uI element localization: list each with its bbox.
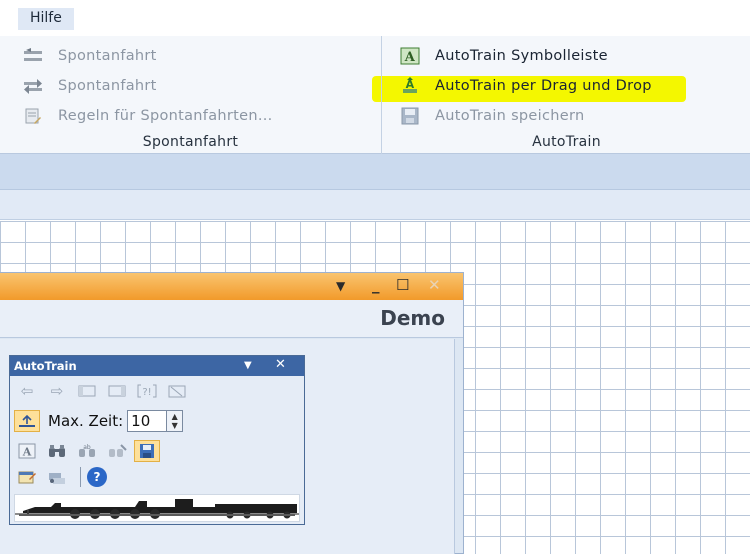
svg-text:ab: ab (83, 444, 91, 451)
svg-text:A: A (404, 50, 416, 65)
autotrain-save-label: AutoTrain speichern (435, 108, 585, 124)
window-header: Demo (0, 300, 463, 338)
toolbar-band (0, 154, 750, 190)
save-disk-icon (399, 106, 421, 126)
binoculars-icon[interactable] (44, 440, 70, 462)
max-time-stepper[interactable]: 10 ▲ ▼ (127, 410, 184, 432)
toolwindow-close-icon[interactable]: ✕ (275, 357, 286, 372)
autotrain-toolwindow-titlebar[interactable]: AutoTrain ▼ ✕ (10, 356, 304, 376)
menu-bar: Hilfe (0, 0, 750, 36)
stepper-up-icon[interactable]: ▲ (172, 412, 178, 421)
properties-icon[interactable] (14, 466, 40, 488)
autotrain-toolbar-button[interactable]: A AutoTrain Symbolleiste (399, 45, 608, 67)
binoculars-edit-icon[interactable] (104, 440, 130, 462)
stepper-arrows[interactable]: ▲ ▼ (166, 411, 183, 431)
spontanfahrt-button-1[interactable]: Spontanfahrt (22, 45, 157, 67)
drag-drop-icon: A (399, 76, 421, 96)
ribbon-group-autotrain: A AutoTrain Symbolleiste A AutoTrain per… (383, 36, 750, 154)
close-icon[interactable]: ✕ (428, 276, 441, 294)
help-icon[interactable]: ? (87, 467, 107, 487)
autotrain-save-button[interactable]: AutoTrain speichern (399, 105, 584, 127)
toolwindow-dropdown-icon[interactable]: ▼ (244, 360, 252, 371)
ribbon-group-spontanfahrt: Spontanfahrt Spontanfahrt Regeln für Spo… (0, 36, 382, 154)
max-time-value[interactable]: 10 (131, 412, 150, 430)
route-direction-icon[interactable] (14, 410, 40, 432)
switch-track-icon (22, 46, 44, 66)
stepper-down-icon[interactable]: ▼ (172, 421, 178, 430)
save-icon[interactable] (134, 440, 160, 462)
autotrain-toolwindow-title: AutoTrain (14, 359, 77, 373)
switch-arrows-icon (22, 76, 44, 96)
block-left-icon[interactable] (74, 380, 100, 402)
autotrain-toolbar-row-1: ⇦ ⇨ ?! (10, 378, 304, 404)
svg-text:?!: ?! (142, 387, 151, 398)
autotrain-toolbar-label: AutoTrain Symbolleiste (435, 48, 608, 64)
autotrain-toolwindow: AutoTrain ▼ ✕ ⇦ ⇨ ?! Max. Zeit: 10 ▲ ▼ A… (9, 355, 305, 525)
menu-help[interactable]: Hilfe (18, 8, 74, 30)
binoculars-text-icon[interactable]: ab (74, 440, 100, 462)
letter-a-icon[interactable]: A (14, 440, 40, 462)
spontanfahrt-label-1: Spontanfahrt (58, 48, 157, 64)
ribbon-group-label-spontanfahrt: Spontanfahrt (142, 134, 239, 150)
autotrain-toolbar-row-2: Max. Zeit: 10 ▲ ▼ (10, 406, 304, 436)
train-config-icon[interactable] (44, 466, 70, 488)
rules-document-icon (22, 106, 44, 126)
tab-band (0, 190, 750, 220)
spontanfahrt-button-2[interactable]: Spontanfahrt (22, 75, 157, 97)
arrow-right-icon[interactable]: ⇨ (44, 380, 70, 402)
max-time-label: Max. Zeit: (48, 412, 124, 430)
window-menu-dropdown-icon[interactable]: ▼ (336, 279, 345, 293)
window-header-title: Demo (380, 306, 445, 330)
window-titlebar[interactable]: ▼ _ ☐ ✕ (0, 273, 463, 300)
spontanfahrt-rules-label: Regeln für Spontanfahrten... (58, 108, 273, 124)
diagonal-block-icon[interactable] (164, 380, 190, 402)
locomotive-image (14, 494, 300, 522)
autotrain-a-icon: A (399, 46, 421, 66)
autotrain-toolbar-row-4: ? (10, 464, 304, 490)
maximize-icon[interactable]: ☐ (396, 276, 409, 294)
autotrain-toolbar-row-3: A ab (10, 438, 304, 464)
block-right-icon[interactable] (104, 380, 130, 402)
toolbar-separator (80, 467, 81, 487)
signal-query-icon[interactable]: ?! (134, 380, 160, 402)
ribbon: Spontanfahrt Spontanfahrt Regeln für Spo… (0, 36, 750, 154)
autotrain-drag-drop-label: AutoTrain per Drag und Drop (435, 78, 652, 94)
minimize-icon[interactable]: _ (372, 276, 380, 294)
svg-text:A: A (22, 446, 32, 459)
autotrain-drag-drop-button[interactable]: A AutoTrain per Drag und Drop (399, 75, 652, 97)
ribbon-group-label-autotrain: AutoTrain (532, 134, 601, 150)
spontanfahrt-label-2: Spontanfahrt (58, 78, 157, 94)
arrow-left-icon[interactable]: ⇦ (14, 380, 40, 402)
spontanfahrt-rules-button[interactable]: Regeln für Spontanfahrten... (22, 105, 273, 127)
